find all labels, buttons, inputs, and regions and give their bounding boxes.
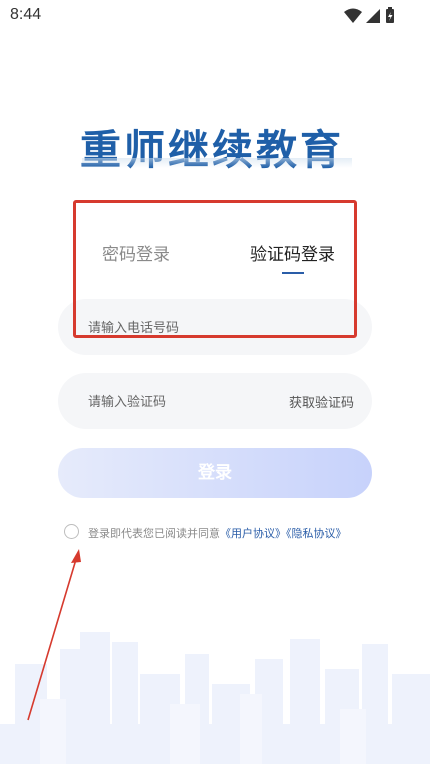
status-time: 8:44 <box>10 6 42 23</box>
logo-reflection <box>82 158 352 168</box>
verification-code-input[interactable] <box>86 373 290 431</box>
status-icons <box>344 7 394 23</box>
user-agreement-link[interactable]: 《用户协议》 <box>220 527 286 540</box>
battery-icon <box>386 7 394 23</box>
tab-password-login[interactable]: 密码登录 <box>102 240 170 265</box>
login-button[interactable]: 登录 <box>58 448 372 498</box>
wifi-icon <box>344 8 362 23</box>
active-tab-indicator <box>282 272 304 274</box>
app-logo: 重师继续教育 <box>70 108 360 178</box>
signal-icon <box>366 9 380 23</box>
tab-sms-code-login[interactable]: 验证码登录 <box>250 240 335 265</box>
phone-input[interactable] <box>86 299 290 357</box>
code-field: 获取验证码 <box>58 373 372 431</box>
login-tabs: 密码登录 验证码登录 <box>80 236 350 286</box>
agreement-prefix: 登录即代表您已阅读并同意 <box>88 527 220 540</box>
agreement-text: 登录即代表您已阅读并同意《用户协议》《隐私协议》 <box>88 525 347 541</box>
city-skyline-illustration <box>0 632 430 764</box>
privacy-agreement-link[interactable]: 《隐私协议》 <box>286 527 347 540</box>
phone-field <box>58 299 372 357</box>
agreement-checkbox[interactable] <box>64 524 79 539</box>
get-code-button[interactable]: 获取验证码 <box>289 392 354 411</box>
status-bar: 8:44 <box>0 0 430 32</box>
